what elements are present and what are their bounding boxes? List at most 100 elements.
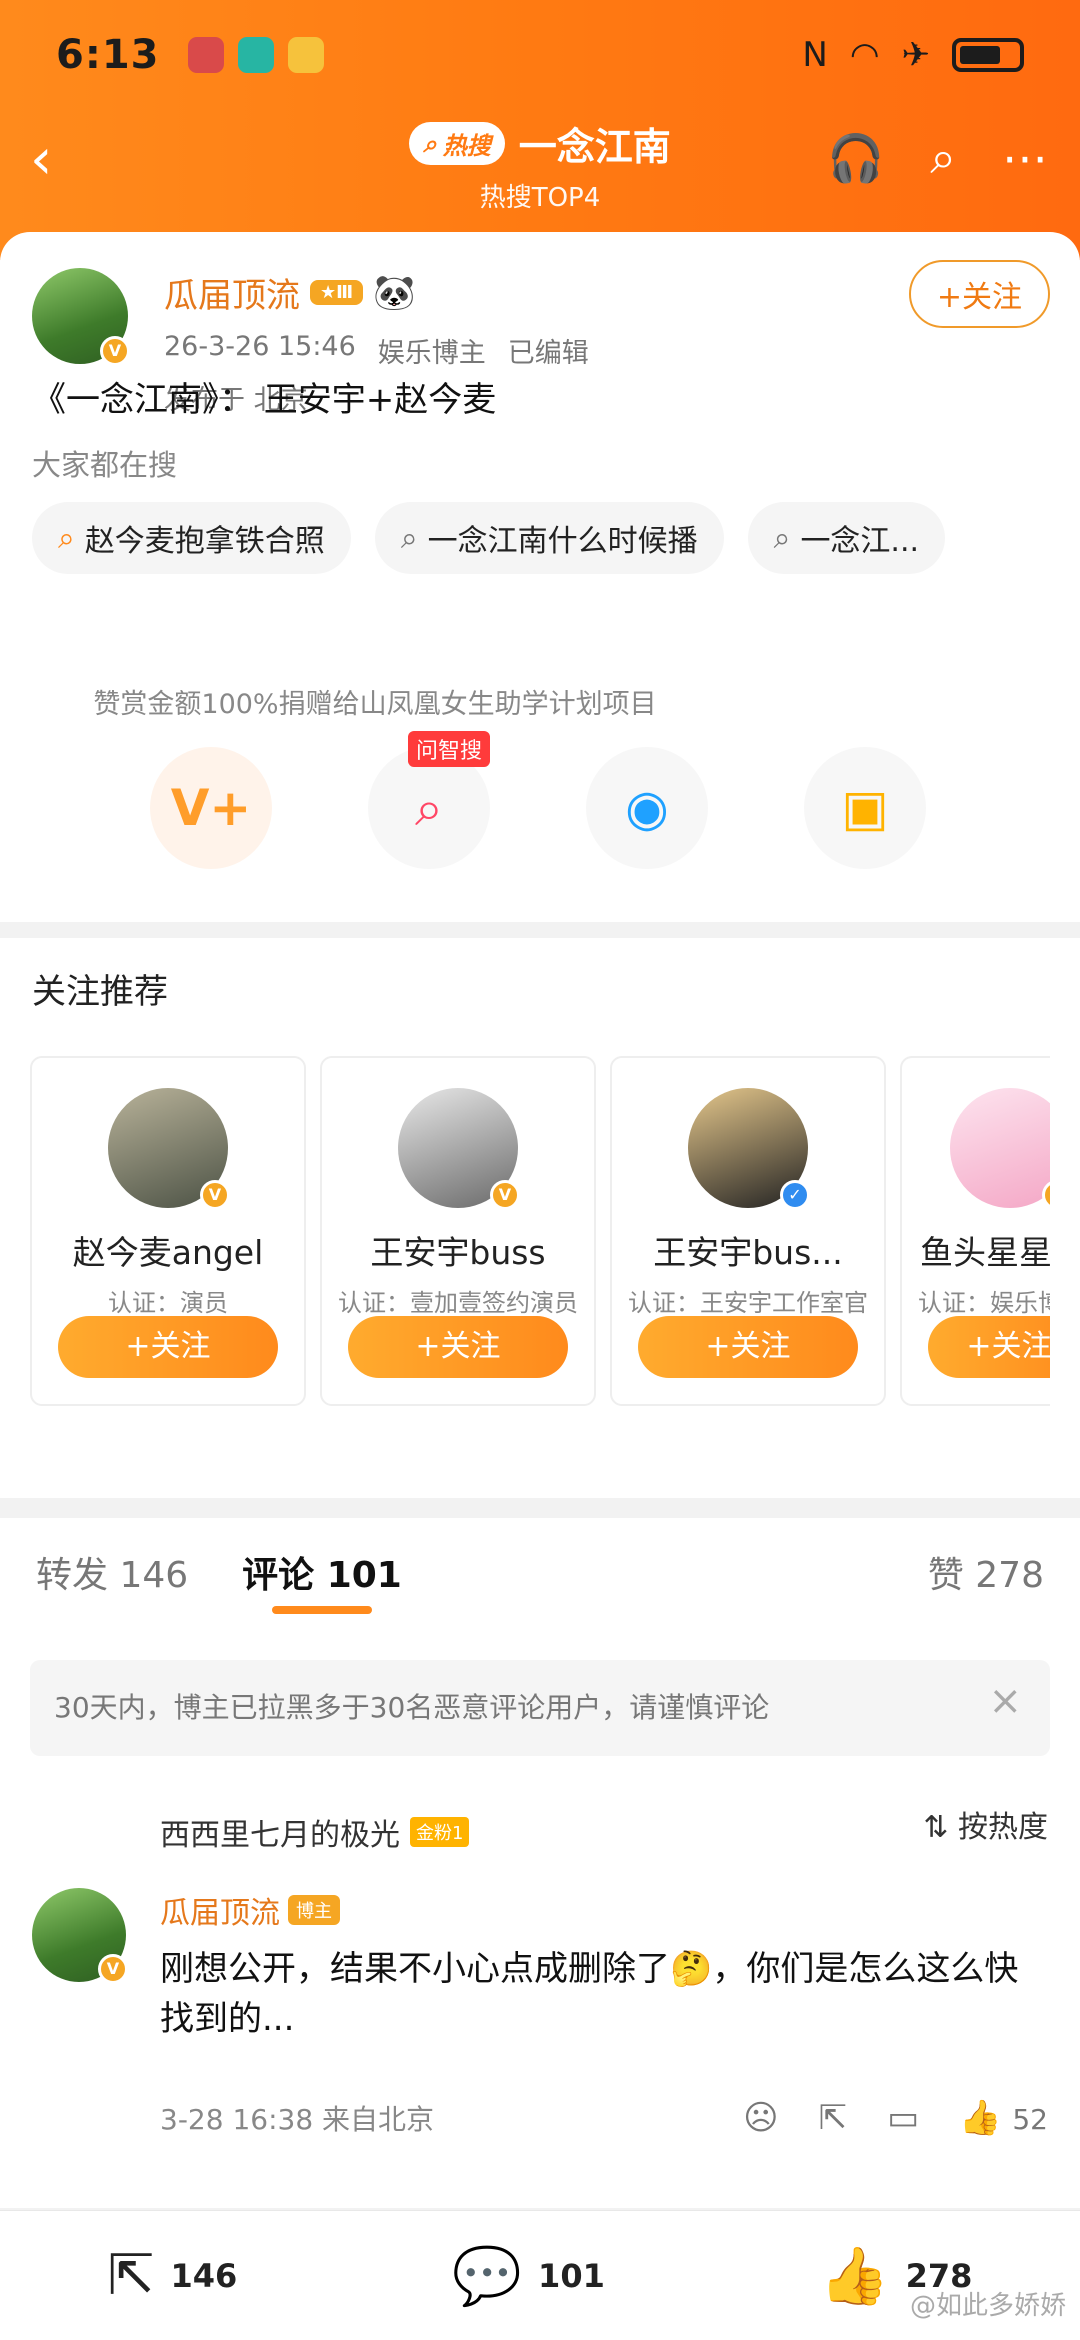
page-title: 一念江南	[518, 125, 671, 169]
follow-button[interactable]: +关注	[58, 1316, 278, 1378]
search-icon: ⌕	[773, 520, 791, 556]
avatar[interactable]: ✓	[688, 1088, 810, 1210]
verified-badge-icon: V	[200, 1180, 230, 1210]
airplane-icon: ✈	[901, 35, 931, 75]
comment-time: 3-28 16:38 来自北京	[160, 2103, 435, 2136]
more-icon[interactable]: ⋯	[1002, 131, 1048, 185]
like-count: 52	[1012, 2103, 1048, 2136]
verified-badge-icon: V	[490, 1180, 520, 1210]
comment-button[interactable]: 💬 101	[452, 2243, 605, 2309]
ai-search-tag: 问智搜	[408, 731, 491, 767]
hot-search-icon: ⌕	[58, 520, 75, 556]
avatar[interactable]: V	[398, 1088, 520, 1210]
watermark: @如此多娇娇	[909, 2291, 1066, 2321]
avatar[interactable]: V	[32, 268, 130, 366]
trending-chip[interactable]: ⌕ 一念江...	[747, 502, 946, 574]
panda-icon: 🐼	[373, 272, 416, 313]
recommend-card[interactable]: ✓ 王安宇bus... 认证：王安宇工作室官方微博 +关注	[610, 1056, 886, 1406]
comments-section: 转发 146 评论 101 赞 278 30天内，博主已拉黑多于30名恶意评论用…	[0, 1518, 1080, 2208]
comment-icon: 💬	[452, 2243, 523, 2309]
recommend-desc: 认证：娱乐博话主持人（一	[918, 1289, 1050, 1317]
comment-tabs: 转发 146 评论 101 赞 278	[36, 1546, 1044, 1626]
repost-button[interactable]: ⇱ 146	[108, 2243, 238, 2308]
reply-icon[interactable]: ▭	[887, 2098, 919, 2138]
recommend-name[interactable]: 鱼头星星	[902, 1226, 1050, 1274]
battery-icon	[952, 38, 1024, 72]
verified-badge-icon: V	[100, 336, 130, 366]
verified-badge-icon: V	[1042, 1180, 1050, 1210]
reply-author[interactable]: 西西里七月的极光	[160, 1810, 400, 1854]
recommend-name[interactable]: 赵今麦angel	[32, 1226, 304, 1274]
section-title: 关注推荐	[32, 972, 168, 1012]
wifi-icon: ◠	[849, 35, 880, 75]
dislike-icon[interactable]: ☹	[743, 2098, 778, 2138]
donate-notice: 赞赏金额100%捐赠给山凤凰女生助学计划项目	[93, 689, 657, 720]
recommend-name[interactable]: 王安宇bus...	[612, 1226, 884, 1274]
app-icon	[187, 37, 224, 73]
post-date: 26-3-26 15:46	[164, 331, 356, 362]
ai-search-icon[interactable]: 问智搜 ⌕	[368, 731, 491, 869]
author-name[interactable]: 瓜届顶流	[164, 268, 300, 317]
post-text: 《一念江南》： 王安宇+赵今麦	[32, 380, 497, 420]
recommend-desc: 认证：壹加壹签约演员	[338, 1289, 578, 1317]
recommend-card[interactable]: V 鱼头星星 认证：娱乐博话主持人（一 +关注	[900, 1056, 1050, 1406]
comment-notice: 30天内，博主已拉黑多于30名恶意评论用户，请谨慎评论 ×	[30, 1660, 1050, 1756]
repost-count: 146	[170, 2256, 238, 2295]
verified-badge-icon: V	[98, 1954, 128, 1984]
follow-button[interactable]: +关注	[928, 1316, 1050, 1378]
listen-icon[interactable]: 🎧	[827, 131, 884, 186]
avatar[interactable]: V	[32, 1888, 128, 1984]
bottom-action-bar: ⇱ 146 💬 101 👍 278 @如此多娇娇	[0, 2210, 1080, 2340]
search-icon: ⌕	[423, 129, 437, 158]
status-bar: 6:13 N ◠ ✈	[56, 20, 1024, 90]
tab-likes[interactable]: 赞 278	[928, 1546, 1044, 1626]
sort-icon: ⇅	[923, 1810, 949, 1845]
comment-author[interactable]: 瓜届顶流	[160, 1888, 280, 1932]
comment-item: V 瓜届顶流 博主 刚想公开，结果不小心点成删除了🤔，你们是怎么这么快找到的..…	[32, 1888, 1048, 2138]
trending-chip[interactable]: ⌕ 赵今麦抱拿铁合照	[32, 502, 351, 574]
weibo-icon	[287, 37, 324, 73]
post-card: V 瓜届顶流 ★Ⅲ 🐼 26-3-26 15:46 娱乐博主 已编辑 发布于 北…	[0, 232, 1080, 922]
reward-icon[interactable]: V+	[150, 747, 272, 869]
clock: 6:13	[56, 32, 160, 78]
repost-icon: ⇱	[107, 2243, 155, 2308]
save-image-icon[interactable]: ▣	[804, 747, 926, 869]
fan-badge: 金粉1	[410, 1817, 470, 1847]
nfc-icon: N	[802, 35, 828, 75]
search-icon[interactable]: ⌕	[930, 130, 956, 186]
hot-search-badge[interactable]: ⌕ 热搜	[409, 122, 505, 165]
reply-preview[interactable]: 西西里七月的极光 金粉1	[160, 1810, 470, 1854]
tab-comments[interactable]: 评论 101	[242, 1546, 402, 1626]
close-icon[interactable]: ×	[988, 1678, 1022, 1724]
nav-bar: ‹ ⌕ 热搜 一念江南 热搜TOP4 🎧 ⌕ ⋯	[0, 110, 1080, 220]
comment-count: 101	[538, 2256, 605, 2295]
edited-label[interactable]: 已编辑	[508, 331, 589, 370]
follow-button[interactable]: +关注	[348, 1316, 568, 1378]
like-icon[interactable]: 👍 52	[959, 2098, 1048, 2138]
verified-badge-icon: ✓	[780, 1180, 810, 1210]
trending-chips: ⌕ 赵今麦抱拿铁合照 ⌕ 一念江南什么时候播 ⌕ 一念江...	[32, 502, 946, 574]
avatar[interactable]: V	[950, 1088, 1050, 1210]
trending-chip[interactable]: ⌕ 一念江南什么时候播	[374, 502, 724, 574]
comment-text: 刚想公开，结果不小心点成删除了🤔，你们是怎么这么快找到的...	[160, 1949, 1019, 2039]
follow-button[interactable]: +关注	[908, 260, 1050, 328]
share-icon[interactable]: ⇱	[819, 2098, 848, 2138]
search-icon: ⌕	[400, 520, 418, 556]
follow-recommendations: 关注推荐 V 赵今麦angel 认证：演员 +关注 V 王安宇buss 认证：壹…	[0, 938, 1080, 1498]
post-tag: 娱乐博主	[377, 338, 486, 369]
like-icon: 👍	[819, 2243, 890, 2309]
avatar[interactable]: V	[108, 1088, 230, 1210]
trending-label: 大家都在搜	[32, 448, 178, 482]
recommend-card[interactable]: V 王安宇buss 认证：壹加壹签约演员 +关注	[320, 1056, 596, 1406]
sort-toggle[interactable]: ⇅ 按热度	[923, 1802, 1048, 1846]
crown-icon: ★Ⅲ	[310, 280, 364, 305]
post-actions: V+ 问智搜 ⌕ ◉ ▣	[150, 731, 926, 869]
shield-icon	[237, 37, 274, 73]
tab-repost[interactable]: 转发 146	[36, 1546, 188, 1626]
recommend-name[interactable]: 王安宇buss	[322, 1226, 594, 1274]
recommend-card[interactable]: V 赵今麦angel 认证：演员 +关注	[30, 1056, 306, 1406]
header: 6:13 N ◠ ✈ ‹ ⌕ 热搜 一念江南 热搜TOP4 🎧 ⌕ ⋯	[0, 0, 1080, 260]
notification-icons	[187, 37, 324, 73]
follow-button[interactable]: +关注	[638, 1316, 858, 1378]
qq-share-icon[interactable]: ◉	[586, 747, 708, 869]
